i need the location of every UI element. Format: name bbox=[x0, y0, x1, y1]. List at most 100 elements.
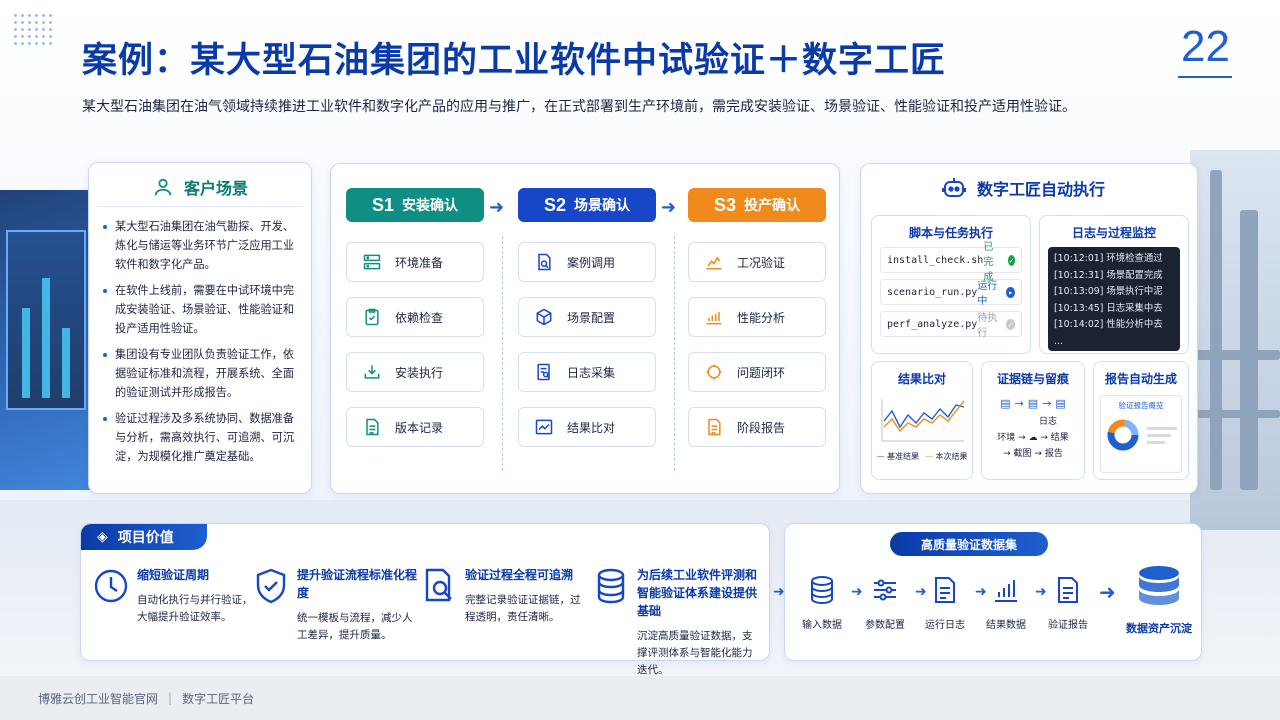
decor-dots bbox=[12, 12, 52, 48]
step-stage-report: 阶段报告 bbox=[688, 407, 826, 447]
report-panel: 报告自动生成 验证报告概览 bbox=[1093, 361, 1189, 480]
log-search-icon bbox=[533, 361, 555, 383]
logs-panel: 日志与过程监控 [10:12:01] 环境检查通过 [10:12:31] 场景配… bbox=[1039, 215, 1189, 354]
step-dependency-check: 依赖检查 bbox=[346, 297, 484, 337]
doc-search-icon bbox=[533, 251, 555, 273]
chart-check-icon bbox=[533, 416, 555, 438]
database-stack-icon bbox=[1119, 564, 1199, 614]
log-icon bbox=[916, 574, 974, 606]
dataset-final: 数据资产沉淀 bbox=[1119, 564, 1199, 636]
project-value-card: ◈ 项目价值 缩短验证周期 自动化执行与并行验证，大幅提升验证效率。 提升验证流… bbox=[80, 523, 770, 676]
log-line: [10:13:09] 场景执行中泥 bbox=[1054, 286, 1163, 297]
log-console: [10:12:01] 环境检查通过 [10:12:31] 场景配置完成 [10:… bbox=[1048, 247, 1180, 351]
screen-image bbox=[6, 230, 86, 410]
log-line: [10:12:31] 场景配置完成 bbox=[1054, 269, 1163, 281]
step-label: 环境准备 bbox=[395, 255, 444, 270]
stage-s3: S3 投产确认 工况验证 性能分析 问题闭环 阶段报告 bbox=[688, 188, 826, 447]
step-label: 案例调用 bbox=[567, 255, 616, 270]
scripts-title: 脚本与任务执行 bbox=[908, 226, 993, 240]
report-icon bbox=[703, 416, 725, 438]
task-name: install_check.sh bbox=[887, 254, 984, 266]
log-line: ... bbox=[1054, 335, 1063, 347]
stage-name: 投产确认 bbox=[744, 198, 801, 214]
sliders-icon bbox=[856, 574, 914, 606]
dataset-item-label: 参数配置 bbox=[865, 620, 905, 631]
line-chart-icon bbox=[703, 251, 725, 273]
dataset-item: 结果数据 bbox=[977, 574, 1035, 631]
dataset-item: 输入数据 bbox=[793, 574, 851, 631]
dataset-item-label: 运行日志 bbox=[925, 620, 965, 631]
task-status: 待执行 bbox=[977, 313, 998, 339]
stage-s2-header: S2 场景确认 bbox=[518, 188, 656, 222]
task-status: 运行中 bbox=[977, 281, 998, 307]
database-icon bbox=[597, 568, 625, 604]
scenario-list: 某大型石油集团在油气勘探、开发、炼化与储运等业务环节广泛应用工业软件和数字化产品… bbox=[89, 207, 311, 466]
log-line: [10:14:02] 性能分析中去 bbox=[1054, 319, 1163, 330]
value-item-title: 缩短验证周期 bbox=[137, 568, 210, 582]
step-scene-config: 场景配置 bbox=[518, 297, 656, 337]
task-name: scenario_run.py bbox=[887, 286, 978, 298]
download-icon bbox=[361, 361, 383, 383]
divider bbox=[502, 236, 503, 471]
value-item-desc: 统一模板与流程，减少人工差异，提升质量。 bbox=[297, 612, 413, 641]
search-doc-icon bbox=[425, 568, 452, 602]
step-performance-analysis: 性能分析 bbox=[688, 297, 826, 337]
evidence-log: 日志 bbox=[1038, 417, 1057, 427]
play-icon: ▸ bbox=[1006, 286, 1015, 298]
dataset-item: 验证报告 bbox=[1039, 574, 1097, 631]
dataset-item: 参数配置 bbox=[856, 574, 914, 631]
scenario-bullet: 某大型石油集团在油气勘探、开发、炼化与储运等业务环节广泛应用工业软件和数字化产品… bbox=[103, 217, 297, 274]
footer-left: 博雅云创工业智能官网 bbox=[38, 691, 159, 706]
value-item-title: 验证过程全程可追溯 bbox=[465, 568, 574, 582]
stage-name: 场景确认 bbox=[574, 198, 631, 214]
step-label: 性能分析 bbox=[737, 310, 786, 325]
stage-name: 安装确认 bbox=[402, 198, 459, 214]
footer-separator: | bbox=[168, 691, 173, 705]
step-case-invoke: 案例调用 bbox=[518, 242, 656, 282]
scenario-header: 客户场景 bbox=[97, 167, 303, 207]
footer-right: 数字工匠平台 bbox=[182, 691, 255, 706]
logs-title: 日志与过程监控 bbox=[1071, 226, 1156, 240]
dataset-card: 高质量验证数据集 ➜ 输入数据 ➜ 参数配置 ➜ 运行日志 ➜ 结果数据 ➜ 验… bbox=[773, 523, 1202, 661]
evidence-panel: 证据链与留痕 ▤ → ▤ → ▤ 日志 环境 → ☁ → 结果 → 截图 → 报告 bbox=[981, 361, 1085, 480]
evidence-row: 环境 → ☁ → 结果 bbox=[997, 433, 1069, 443]
stage-code: S1 bbox=[371, 194, 395, 215]
arrow-right-icon: ➜ bbox=[1099, 580, 1116, 604]
step-label: 版本记录 bbox=[395, 420, 444, 435]
robot-icon bbox=[942, 178, 966, 197]
evidence-flow: 日志 环境 → ☁ → 结果 → 截图 → 报告 bbox=[982, 414, 1084, 462]
task-name: perf_analyze.py bbox=[887, 318, 978, 330]
compare-title: 结果比对 bbox=[897, 372, 946, 386]
task-status: 已完成 bbox=[983, 241, 994, 283]
page-title: 案例：某大型石油集团的工业软件中试验证＋数字工匠 bbox=[82, 41, 947, 80]
auto-execution-card: 数字工匠自动执行 脚本与任务执行 install_check.sh 已完成 ✓ … bbox=[860, 163, 1198, 494]
task-row: perf_analyze.py 待执行 ✓ bbox=[880, 311, 1022, 339]
value-item: 提升验证流程标准化程度 统一模板与流程，减少人工差异，提升质量。 bbox=[251, 566, 421, 644]
value-item-desc: 完整记录验证证据链，过程透明，责任清晰。 bbox=[465, 594, 581, 623]
step-issue-closure: 问题闭环 bbox=[688, 352, 826, 392]
stage-s1: S1 安装确认 环境准备 依赖检查 安装执行 版本记录 bbox=[346, 188, 484, 447]
cube-icon bbox=[533, 306, 555, 328]
document-icon: ▤ bbox=[1027, 397, 1039, 410]
value-item-title: 为后续工业软件评测和智能验证体系建设提供基础 bbox=[637, 568, 758, 618]
value-item: 为后续工业软件评测和智能验证体系建设提供基础 沉淀高质量验证数据，支撑评测体系与… bbox=[591, 566, 761, 679]
compare-legend: — 基准结果 — 本次结果 bbox=[872, 451, 972, 462]
scenario-bullet: 在软件上线前，需要在中试环境中完成安装验证、场景验证、性能验证和投产适用性验证。 bbox=[103, 281, 297, 338]
diamond-icon: ◈ bbox=[97, 529, 108, 545]
user-icon bbox=[154, 178, 172, 195]
pending-icon: ✓ bbox=[1006, 318, 1015, 330]
value-item: 验证过程全程可追溯 完整记录验证证据链，过程透明，责任清晰。 bbox=[419, 566, 589, 626]
checklist-icon bbox=[361, 306, 383, 328]
report-lines bbox=[1147, 423, 1177, 448]
step-install-run: 安装执行 bbox=[346, 352, 484, 392]
dataset-item-label: 验证报告 bbox=[1048, 620, 1088, 631]
loop-icon bbox=[703, 361, 725, 383]
report-preview-title: 验证报告概览 bbox=[1118, 401, 1164, 410]
clock-icon bbox=[94, 569, 128, 603]
scripts-panel: 脚本与任务执行 install_check.sh 已完成 ✓ scenario_… bbox=[871, 215, 1031, 354]
value-item-desc: 沉淀高质量验证数据，支撑评测体系与智能化能力迭代。 bbox=[637, 630, 753, 676]
step-label: 依赖检查 bbox=[395, 310, 444, 325]
legend-baseline: — 基准结果 bbox=[876, 452, 919, 461]
scenario-bullet: 验证过程涉及多系统协同、数据准备与分析，需高效执行、可追溯、可沉淀，为规模化推广… bbox=[103, 409, 297, 466]
step-label: 工况验证 bbox=[737, 255, 786, 270]
